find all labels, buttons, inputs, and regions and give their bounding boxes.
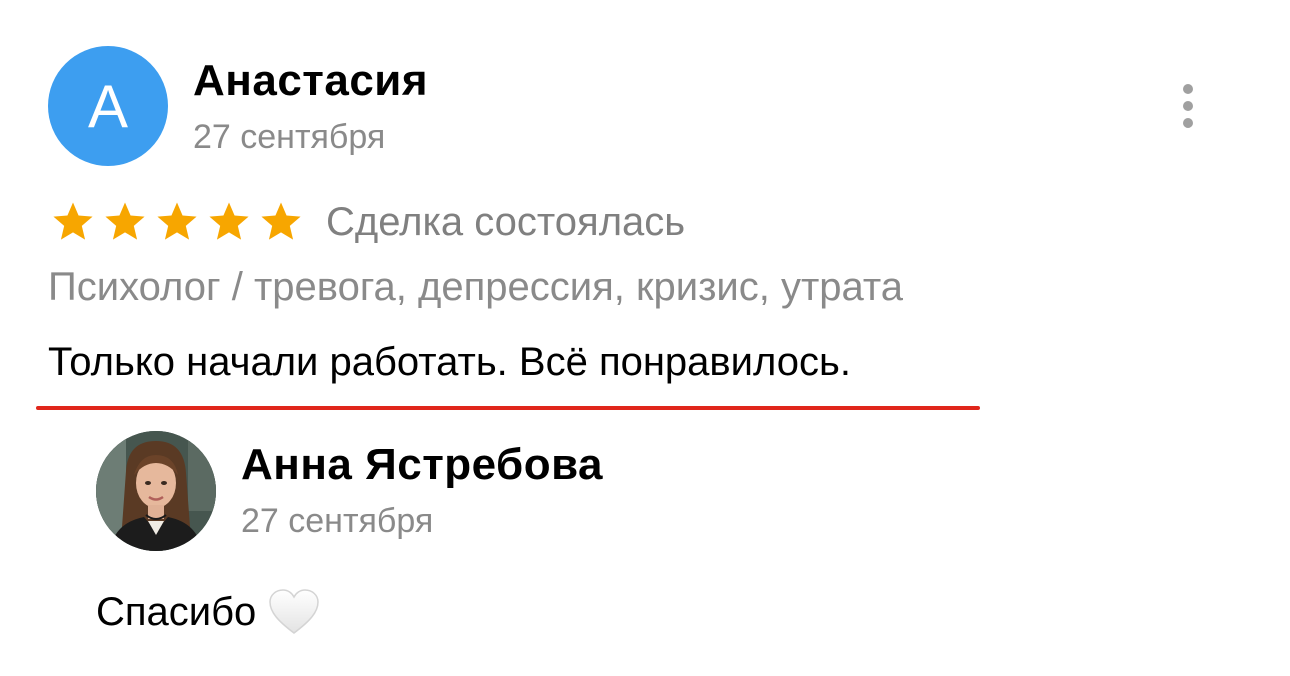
star-icon — [209, 202, 249, 240]
star-icon — [261, 202, 301, 240]
reply-text: Спасибо — [96, 589, 257, 634]
more-options-button[interactable] — [1166, 82, 1210, 130]
review-text: Только начали работать. Всё понравилось. — [48, 340, 852, 384]
star-icon — [105, 202, 145, 240]
reply-text-row: Спасибо — [96, 588, 320, 636]
author-name[interactable]: Анастасия — [193, 56, 428, 106]
deal-status: Сделка состоялась — [326, 199, 686, 244]
star-icon — [53, 202, 93, 240]
review-date: 27 сентября — [193, 118, 386, 156]
more-vertical-icon — [1183, 84, 1193, 94]
author-avatar[interactable]: А — [48, 46, 168, 166]
white-heart-icon — [269, 589, 320, 634]
more-vertical-icon-dot — [1183, 118, 1193, 128]
reply-author-name[interactable]: Анна Ястребова — [241, 440, 603, 490]
star-icon — [157, 202, 197, 240]
service-category: Психолог / тревога, депрессия, кризис, у… — [48, 265, 904, 309]
review-card: А Анастасия 27 сентября Сделка состоялас… — [0, 0, 1290, 676]
rating-row: Сделка состоялась — [50, 198, 685, 246]
reply-author-avatar[interactable] — [96, 431, 216, 551]
author-avatar-letter: А — [87, 72, 129, 140]
avatar-photo — [96, 431, 216, 551]
star-rating — [50, 199, 304, 245]
highlight-underline — [36, 406, 980, 410]
more-vertical-icon-dot — [1183, 101, 1193, 111]
reply-date: 27 сентября — [241, 502, 434, 540]
